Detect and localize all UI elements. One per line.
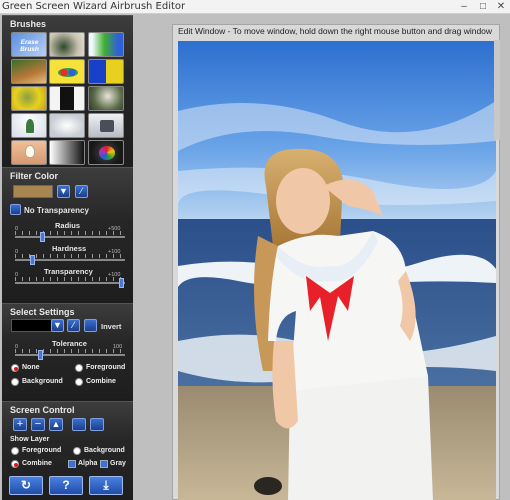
select-settings-title: Select Settings <box>10 307 75 317</box>
color-dropdown-button[interactable]: ▼ <box>57 185 70 198</box>
background-label: Background <box>22 378 63 385</box>
smudge-brush[interactable] <box>11 86 47 111</box>
title-bar: Green Screen Wizard Airbrush Editor – □ … <box>0 0 510 14</box>
restore-brush[interactable] <box>49 32 85 57</box>
portrait-brush[interactable] <box>88 86 124 111</box>
erase-brush-label: Erase Brush <box>20 39 39 53</box>
transparency-slider-thumb[interactable] <box>119 278 124 288</box>
invert-label: Invert <box>101 322 122 331</box>
split-color-brush[interactable] <box>88 59 124 84</box>
alpha-label: Alpha <box>78 460 98 467</box>
show-combine-radio[interactable] <box>11 460 19 468</box>
palm-brush[interactable] <box>11 113 47 138</box>
eyedropper-button[interactable]: ⁄ <box>75 185 88 198</box>
maximize-icon[interactable]: □ <box>474 0 492 13</box>
show-foreground-label: Foreground <box>22 447 62 454</box>
tolerance-slider-thumb[interactable] <box>38 350 43 360</box>
show-foreground-radio[interactable] <box>11 447 19 455</box>
filter-color-swatch[interactable] <box>13 185 53 198</box>
suit-brush[interactable] <box>49 86 85 111</box>
edit-canvas-photo[interactable] <box>178 41 496 500</box>
fit-button[interactable] <box>90 418 104 431</box>
edit-window[interactable]: Edit Window - To move window, hold down … <box>172 24 500 500</box>
stamp-icon <box>100 120 114 132</box>
close-icon[interactable]: ✕ <box>492 0 510 13</box>
stamp-brush[interactable] <box>88 113 124 138</box>
select-eyedropper-button[interactable]: ⁄ <box>67 319 80 332</box>
brushes-section: Brushes Erase Brush <box>2 15 133 167</box>
invert-checkbox[interactable] <box>84 319 97 332</box>
gray-checkbox[interactable] <box>100 460 108 468</box>
tolerance-track <box>15 354 125 356</box>
filter-color-title: Filter Color <box>10 171 59 181</box>
minimize-icon[interactable]: – <box>455 0 473 13</box>
show-combine-label: Combine <box>22 460 52 467</box>
transparency-label: Transparency <box>44 267 93 276</box>
none-label: None <box>22 364 40 371</box>
edit-window-scrollbar[interactable] <box>494 40 500 140</box>
soft-brush[interactable] <box>49 113 85 138</box>
background-radio[interactable] <box>11 378 19 386</box>
gray-gradient-brush[interactable] <box>49 140 85 165</box>
combine-radio[interactable] <box>75 378 83 386</box>
show-background-radio[interactable] <box>73 447 81 455</box>
select-color-swatch[interactable] <box>11 319 53 332</box>
alpha-checkbox[interactable] <box>68 460 76 468</box>
brushes-title: Brushes <box>10 19 47 29</box>
screen-control-section: Screen Control + − ▲ Show Layer Foregrou… <box>2 401 133 500</box>
foreground-label: Foreground <box>86 364 126 371</box>
transparency-track <box>15 282 125 284</box>
zoom-out-button[interactable]: − <box>31 418 45 431</box>
radius-label: Radius <box>55 221 81 230</box>
show-layer-label: Show Layer <box>10 436 50 443</box>
screen-control-title: Screen Control <box>10 405 75 415</box>
tolerance-label: Tolerance <box>52 339 87 348</box>
foreground-radio[interactable] <box>75 364 83 372</box>
gray-label: Gray <box>110 460 126 467</box>
color-blobs-brush[interactable] <box>49 59 85 84</box>
hardness-label: Hardness <box>52 244 87 253</box>
bulb-icon <box>25 145 35 158</box>
filter-color-section: Filter Color ▼ ⁄ No Transparency Radius … <box>2 167 133 301</box>
window-title: Green Screen Wizard Airbrush Editor <box>2 1 186 12</box>
radius-track <box>15 236 125 238</box>
beach-photo <box>178 41 496 500</box>
palette-brush[interactable] <box>88 140 124 165</box>
tolerance-ticks <box>15 349 125 353</box>
radius-ticks <box>15 231 125 235</box>
hardness-slider-thumb[interactable] <box>30 255 35 265</box>
combine-label: Combine <box>86 378 116 385</box>
no-transparency-label: No Transparency <box>24 206 89 215</box>
save-button[interactable]: ⤓ <box>89 476 123 495</box>
erase-brush[interactable]: Erase Brush <box>11 32 47 57</box>
no-transparency-checkbox[interactable] <box>10 204 21 215</box>
texture-brush[interactable] <box>11 59 47 84</box>
gradient-brush[interactable] <box>88 32 124 57</box>
select-settings-section: Select Settings ▼ ⁄ Invert Tolerance 0 1… <box>2 303 133 399</box>
show-background-label: Background <box>84 447 125 454</box>
reset-button[interactable]: ↻ <box>9 476 43 495</box>
select-dropdown-button[interactable]: ▼ <box>51 319 64 332</box>
none-radio[interactable] <box>11 364 19 372</box>
move-up-button[interactable]: ▲ <box>49 418 63 431</box>
help-button[interactable]: ? <box>49 476 83 495</box>
view-button[interactable] <box>72 418 86 431</box>
palm-icon <box>26 119 34 133</box>
edit-window-title: Edit Window - To move window, hold down … <box>178 26 493 36</box>
blobs-icon <box>58 68 78 77</box>
transparency-ticks <box>15 277 125 281</box>
radius-slider-thumb[interactable] <box>40 232 45 242</box>
zoom-in-button[interactable]: + <box>13 418 27 431</box>
light-brush[interactable] <box>11 140 47 165</box>
palette-icon <box>99 146 115 160</box>
tool-panel: Brushes Erase Brush Filter Color ▼ ⁄ No … <box>2 15 133 500</box>
